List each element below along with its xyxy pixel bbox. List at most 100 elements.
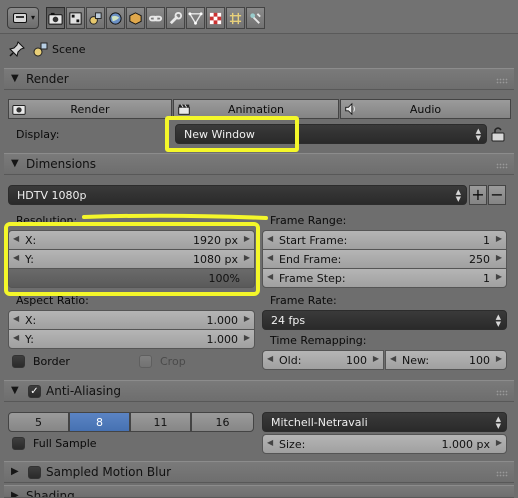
expanded-triangle-icon: ▼ — [11, 158, 19, 169]
render-layers-icon — [69, 11, 82, 25]
increment-arrow-icon: ▶ — [243, 314, 250, 323]
drag-grip-icon[interactable] — [496, 471, 508, 477]
time-remapping-label: Time Remapping: — [270, 334, 367, 347]
drag-grip-icon[interactable] — [496, 390, 508, 396]
aa-samples-16[interactable]: 16 — [191, 412, 254, 432]
link-icon — [148, 15, 163, 21]
decrement-arrow-icon: ◀ — [267, 253, 274, 262]
increment-arrow-icon: ▶ — [495, 438, 502, 447]
dimensions-panel-header[interactable]: ▼ Dimensions — [4, 153, 514, 175]
field-value: 100 — [469, 354, 490, 367]
decrement-arrow-icon: ◀ — [267, 234, 274, 243]
field-value: 1 — [483, 234, 490, 247]
updown-arrows-icon: ▲ ▼ — [495, 415, 501, 430]
field-value: 100 — [346, 354, 367, 367]
highlight-stroke — [82, 213, 268, 220]
tab-data[interactable] — [186, 7, 205, 29]
pin-icon[interactable] — [8, 40, 26, 58]
field-label: Start Frame: — [279, 234, 348, 247]
scene-icon — [89, 11, 102, 25]
render-panel-header[interactable]: ▼ Render — [4, 68, 514, 90]
object-icon — [129, 11, 142, 25]
frame-step-field[interactable]: ◀ Frame Step: 1 ▶ — [262, 268, 507, 288]
frame-rate-dropdown[interactable]: 24 fps ▲ ▼ — [262, 310, 507, 330]
tab-constraints[interactable] — [146, 7, 165, 29]
tab-material[interactable] — [206, 7, 225, 29]
camera-icon — [12, 105, 26, 115]
remap-new-field[interactable]: ◀ New: 100 ▶ — [385, 350, 507, 370]
aa-samples-11[interactable]: 11 — [130, 412, 191, 432]
start-frame-field[interactable]: ◀ Start Frame: 1 ▶ — [262, 230, 507, 250]
render-preset-dropdown[interactable]: HDTV 1080p ▲ ▼ — [8, 185, 467, 205]
full-sample-label: Full Sample — [33, 437, 97, 450]
tab-render-layers[interactable] — [66, 7, 85, 29]
panel-title: Sampled Motion Blur — [46, 465, 172, 479]
physics-icon — [250, 12, 261, 24]
full-sample-checkbox[interactable] — [12, 437, 25, 450]
tab-world[interactable] — [106, 7, 125, 29]
end-frame-field[interactable]: ◀ End Frame: 250 ▶ — [262, 249, 507, 269]
increment-arrow-icon: ▶ — [495, 354, 502, 363]
panel-title: Anti-Aliasing — [46, 384, 121, 398]
collapsed-triangle-icon: ▶ — [11, 490, 19, 498]
field-value: 1.000 — [206, 314, 239, 327]
aspect-x-field[interactable]: ◀ X: 1.000 ▶ — [8, 310, 255, 330]
tab-modifiers[interactable] — [166, 7, 185, 29]
world-icon — [109, 11, 122, 25]
drag-grip-icon[interactable] — [496, 163, 508, 169]
camera-icon — [48, 12, 63, 25]
context-tabs — [46, 7, 266, 29]
shading-panel-header[interactable]: ▶ Shading — [4, 485, 514, 498]
motion-blur-checkbox[interactable] — [28, 466, 41, 479]
border-checkbox[interactable] — [12, 355, 25, 368]
increment-arrow-icon: ▶ — [495, 234, 502, 243]
panel-title: Dimensions — [26, 157, 97, 171]
drag-grip-icon[interactable] — [496, 78, 508, 84]
properties-editor-icon — [13, 13, 27, 23]
aa-size-field[interactable]: ◀ Size: 1.000 px ▶ — [262, 434, 507, 454]
frame-rate-value: 24 fps — [271, 313, 306, 327]
render-button[interactable]: Render — [8, 99, 172, 119]
decrement-arrow-icon: ◀ — [390, 354, 397, 363]
field-label: New: — [402, 354, 430, 367]
tab-object[interactable] — [126, 7, 145, 29]
field-value: 1.000 px — [441, 438, 490, 451]
display-label: Display: — [16, 128, 60, 141]
mesh-data-icon — [188, 11, 203, 25]
speaker-icon — [345, 102, 355, 116]
expanded-triangle-icon: ▼ — [11, 73, 19, 84]
increment-arrow-icon: ▶ — [372, 354, 379, 363]
material-icon — [209, 12, 222, 24]
anti-aliasing-checkbox[interactable]: ✓ — [28, 385, 41, 398]
aa-samples-5[interactable]: 5 — [8, 412, 69, 432]
decrement-arrow-icon: ◀ — [267, 438, 274, 447]
field-value: 1 — [483, 272, 490, 285]
audio-button[interactable]: Audio — [340, 99, 511, 119]
add-preset-button[interactable]: + — [469, 185, 487, 205]
animation-button-label: Animation — [227, 102, 285, 116]
aa-filter-dropdown[interactable]: Mitchell-Netravali ▲ ▼ — [262, 412, 507, 432]
increment-arrow-icon: ▶ — [495, 253, 502, 262]
crop-checkbox[interactable] — [139, 355, 152, 368]
wrench-icon — [169, 11, 183, 24]
tab-texture[interactable] — [226, 7, 245, 29]
scene-data-icon — [33, 42, 48, 57]
checkmark-icon: ✓ — [30, 386, 39, 397]
aspect-ratio-label: Aspect Ratio: — [16, 294, 89, 307]
anti-aliasing-panel-header[interactable]: ▼ ✓ Anti-Aliasing — [4, 380, 514, 402]
expanded-triangle-icon: ▼ — [11, 385, 19, 396]
scene-name: Scene — [52, 43, 86, 56]
editor-type-button[interactable]: ▾ — [7, 7, 39, 29]
lock-icon[interactable] — [489, 125, 507, 143]
tab-render[interactable] — [46, 7, 65, 29]
field-label: Old: — [279, 354, 302, 367]
decrement-arrow-icon: ◀ — [13, 333, 20, 342]
aa-samples-8[interactable]: 8 — [69, 412, 130, 432]
tab-physics[interactable] — [246, 7, 265, 29]
remap-old-field[interactable]: ◀ Old: 100 ▶ — [262, 350, 384, 370]
motion-blur-panel-header[interactable]: ▶ Sampled Motion Blur — [4, 461, 514, 483]
aspect-y-field[interactable]: ◀ Y: 1.000 ▶ — [8, 329, 255, 349]
panel-title: Shading — [26, 489, 75, 498]
remove-preset-button[interactable]: − — [488, 185, 506, 205]
tab-scene[interactable] — [86, 7, 105, 29]
